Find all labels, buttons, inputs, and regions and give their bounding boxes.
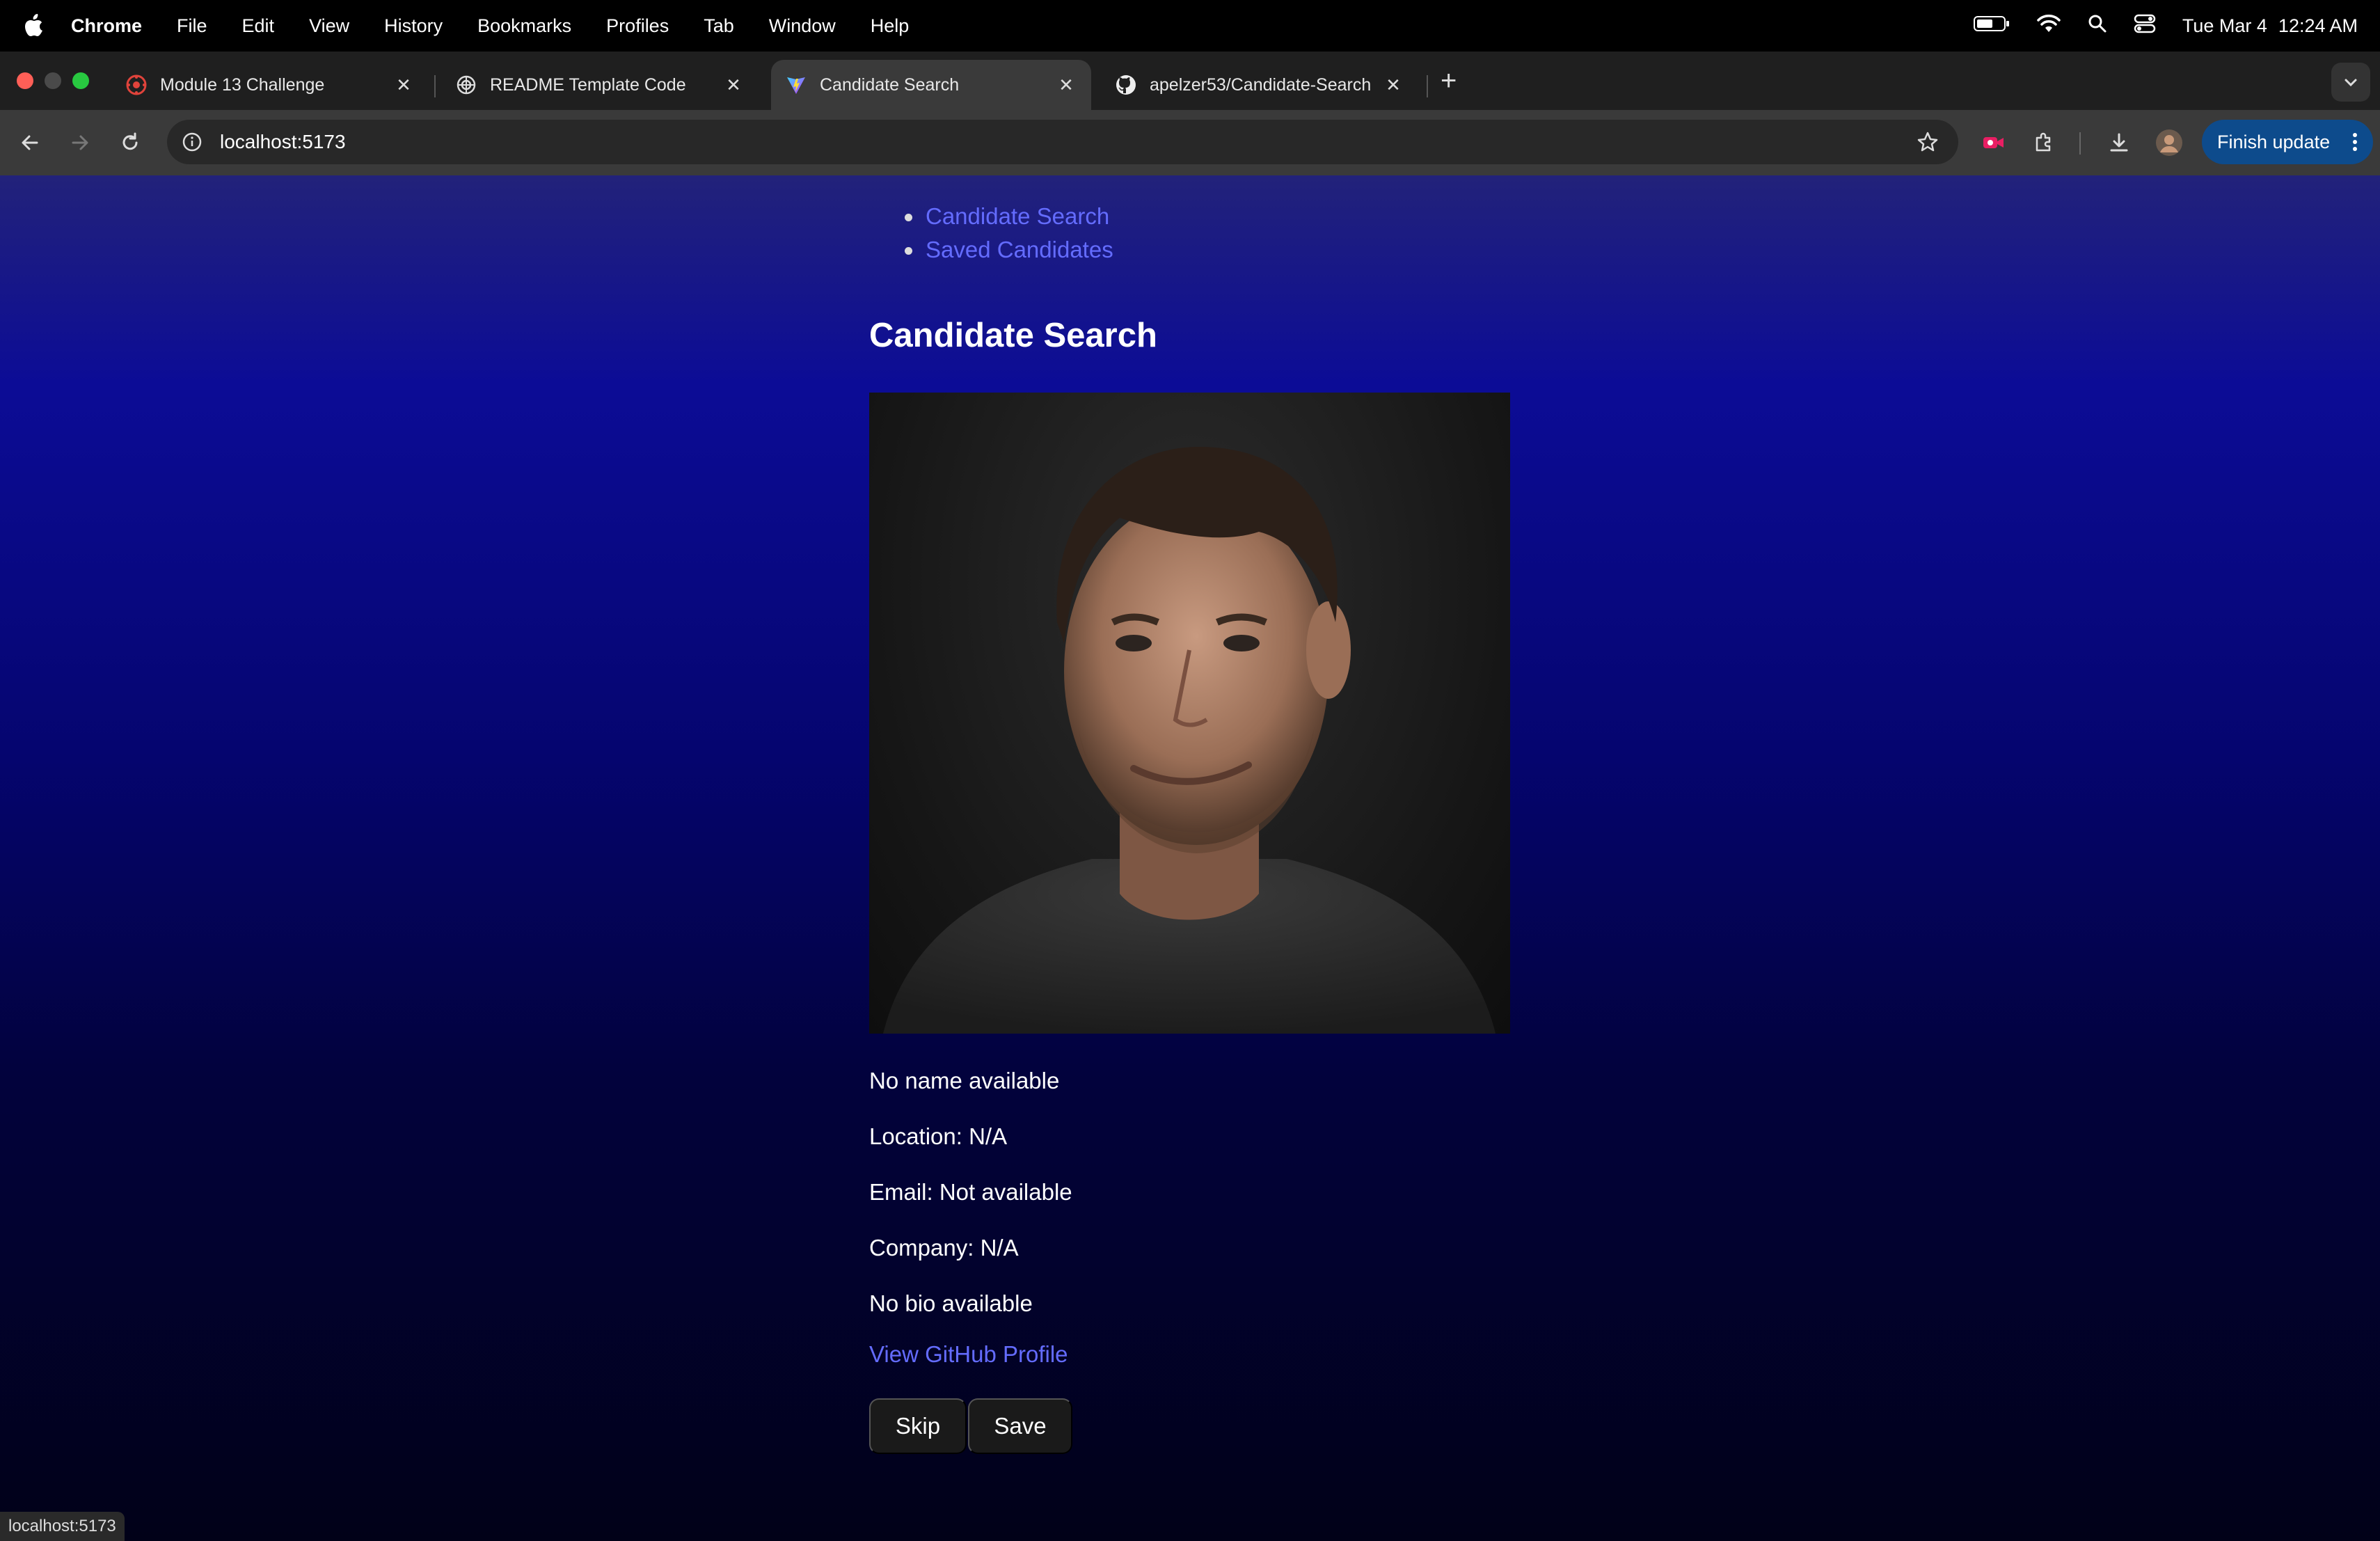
tab-separator xyxy=(1427,75,1428,97)
candidate-location: Location: N/A xyxy=(869,1123,1008,1149)
github-profile-link[interactable]: View GitHub Profile xyxy=(869,1341,1068,1368)
back-button[interactable] xyxy=(13,125,47,160)
tab-title: apelzer53/Candidate-Search xyxy=(1150,74,1372,95)
candidate-name: No name available xyxy=(869,1068,1060,1093)
finish-update-button[interactable]: Finish update xyxy=(2202,120,2373,164)
extensions-button[interactable] xyxy=(2026,125,2061,160)
canvas-icon xyxy=(125,74,148,96)
tab-separator xyxy=(434,75,436,97)
tab-close-icon[interactable]: ✕ xyxy=(392,74,415,96)
tab-title: Module 13 Challenge xyxy=(160,74,325,95)
chevron-down-icon xyxy=(2345,79,2357,87)
window-close-button[interactable] xyxy=(17,72,33,89)
tab-github-candidate-search[interactable]: apelzer53/Candidate-Search ✕ xyxy=(1101,60,1418,110)
menu-view[interactable]: View xyxy=(309,15,349,37)
clock-date: Tue Mar 4 xyxy=(2182,15,2267,36)
clock-time: 12:24 AM xyxy=(2278,15,2358,36)
tab-search-button[interactable] xyxy=(2331,63,2370,102)
download-icon xyxy=(2110,133,2128,152)
menu-window[interactable]: Window xyxy=(769,15,836,37)
extension-button[interactable] xyxy=(1976,125,2011,160)
profile-button[interactable] xyxy=(2152,125,2187,160)
tab-close-icon[interactable]: ✕ xyxy=(1382,74,1404,96)
tab-title: README Template Code xyxy=(490,74,686,95)
tab-title: Candidate Search xyxy=(820,74,960,95)
menu-clock[interactable]: Tue Mar 4 12:24 AM xyxy=(2182,15,2358,37)
menu-bar: Chrome File Edit View History Bookmarks … xyxy=(0,0,2380,52)
toolbar-divider xyxy=(2079,132,2081,155)
window-minimize-button[interactable] xyxy=(45,72,61,89)
vite-icon xyxy=(785,74,807,96)
menu-tab[interactable]: Tab xyxy=(704,15,734,37)
menu-history[interactable]: History xyxy=(384,15,443,37)
arrow-right-icon xyxy=(72,135,88,150)
control-center-icon[interactable] xyxy=(2134,14,2156,38)
spotlight-search-icon[interactable] xyxy=(2088,14,2107,38)
status-bar-url: localhost:5173 xyxy=(0,1512,125,1541)
tab-close-icon[interactable]: ✕ xyxy=(722,74,745,96)
downloads-button[interactable] xyxy=(2102,125,2136,160)
github-icon xyxy=(1115,74,1137,96)
candidate-company: Company: N/A xyxy=(869,1235,1019,1261)
forward-button[interactable] xyxy=(63,125,97,160)
openai-icon xyxy=(455,74,477,96)
nav-link-saved-candidates[interactable]: Saved Candidates xyxy=(926,237,1113,262)
address-bar[interactable]: localhost:5173 xyxy=(167,120,1958,164)
tab-close-icon[interactable]: ✕ xyxy=(1055,74,1077,96)
page-title: Candidate Search xyxy=(869,317,1157,354)
menu-app-name[interactable]: Chrome xyxy=(71,15,142,37)
skip-button[interactable]: Skip xyxy=(869,1398,967,1454)
video-extension-icon xyxy=(1983,137,2004,148)
new-tab-button[interactable]: + xyxy=(1441,67,1457,95)
finish-update-label: Finish update xyxy=(2217,131,2331,152)
apple-icon[interactable] xyxy=(24,14,51,38)
nav-item-candidate-search: Candidate Search xyxy=(905,203,1113,230)
reload-button[interactable] xyxy=(113,125,148,160)
more-vert-icon xyxy=(2353,133,2357,151)
candidate-avatar xyxy=(869,393,1510,1034)
arrow-left-icon xyxy=(22,135,38,150)
candidate-photo xyxy=(883,446,1496,1034)
nav-item-saved-candidates: Saved Candidates xyxy=(905,237,1113,263)
profile-avatar-icon xyxy=(2156,129,2182,156)
window-zoom-button[interactable] xyxy=(72,72,89,89)
page-content: Candidate Search Saved Candidates Candid… xyxy=(0,175,2380,1541)
tab-candidate-search[interactable]: Candidate Search ✕ xyxy=(771,60,1091,110)
menu-profiles[interactable]: Profiles xyxy=(606,15,669,37)
tab-module-13-challenge[interactable]: Module 13 Challenge ✕ xyxy=(111,60,429,110)
battery-icon[interactable] xyxy=(1973,15,2010,38)
menu-bookmarks[interactable]: Bookmarks xyxy=(477,15,571,37)
bookmark-star-icon[interactable] xyxy=(1917,131,1939,153)
site-info-icon[interactable] xyxy=(181,131,203,153)
main-nav: Candidate Search Saved Candidates xyxy=(905,203,1113,270)
candidate-bio: No bio available xyxy=(869,1290,1033,1316)
wifi-icon[interactable] xyxy=(2036,14,2061,38)
menu-help[interactable]: Help xyxy=(871,15,910,37)
puzzle-icon xyxy=(2036,132,2051,152)
menu-file[interactable]: File xyxy=(177,15,207,37)
address-bar-url: localhost:5173 xyxy=(220,131,346,152)
candidate-email: Email: Not available xyxy=(869,1179,1072,1205)
tab-strip: Module 13 Challenge ✕ README Template Co… xyxy=(0,52,2380,110)
reload-icon xyxy=(122,132,138,150)
browser-toolbar: localhost:5173 Finish update xyxy=(0,110,2380,175)
save-button[interactable]: Save xyxy=(968,1398,1072,1454)
nav-link-candidate-search[interactable]: Candidate Search xyxy=(926,203,1109,229)
menu-edit[interactable]: Edit xyxy=(242,15,275,37)
tab-readme-template-code[interactable]: README Template Code ✕ xyxy=(441,60,759,110)
